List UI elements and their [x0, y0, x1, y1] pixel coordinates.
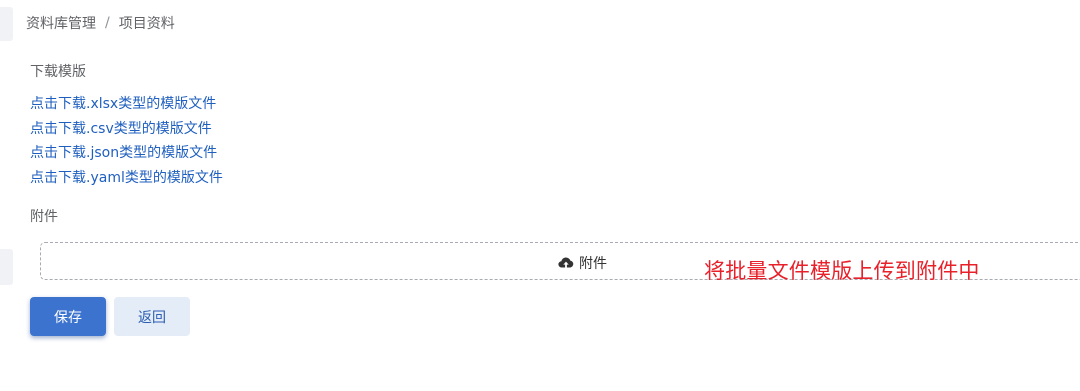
breadcrumb-item-current: 项目资料 [118, 16, 175, 32]
sidebar-edge [0, 249, 13, 285]
download-json-template-link[interactable]: 点击下载.json类型的模版文件 [30, 141, 223, 166]
download-csv-template-link[interactable]: 点击下载.csv类型的模版文件 [30, 117, 223, 142]
back-button[interactable]: 返回 [114, 297, 190, 336]
template-section-label: 下载模版 [30, 64, 86, 80]
upload-attachment-label: 附件 [579, 256, 607, 272]
breadcrumb: 资料库管理 / 项目资料 [26, 13, 175, 33]
attachment-section-label: 附件 [30, 209, 58, 225]
sidebar-edge [0, 7, 13, 41]
save-button[interactable]: 保存 [30, 297, 106, 336]
cloud-upload-icon [558, 256, 574, 270]
breadcrumb-separator: / [105, 15, 110, 31]
instruction-annotation: 将批量文件模版上传到附件中 [704, 259, 980, 283]
download-xlsx-template-link[interactable]: 点击下载.xlsx类型的模版文件 [30, 92, 223, 117]
upload-attachment-button[interactable]: 附件 [558, 253, 607, 273]
download-yaml-template-link[interactable]: 点击下载.yaml类型的模版文件 [30, 166, 223, 191]
page: 资料库管理 / 项目资料 下载模版 点击下载.xlsx类型的模版文件 点击下载.… [0, 0, 1080, 391]
breadcrumb-item-parent[interactable]: 资料库管理 [26, 13, 96, 33]
template-link-list: 点击下载.xlsx类型的模版文件 点击下载.csv类型的模版文件 点击下载.js… [30, 92, 223, 190]
